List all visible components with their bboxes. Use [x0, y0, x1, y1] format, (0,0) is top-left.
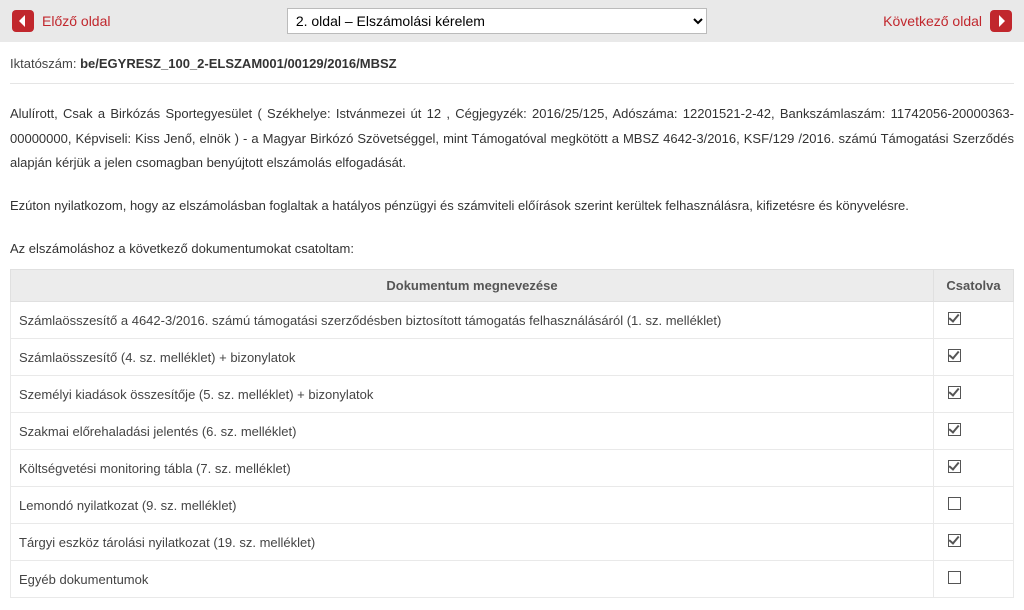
table-row: Lemondó nyilatkozat (9. sz. melléklet)	[11, 487, 1014, 524]
doc-name-cell: Egyéb dokumentumok	[11, 561, 934, 598]
table-header-row: Dokumentum megnevezése Csatolva	[11, 270, 1014, 302]
doc-attached-cell	[934, 376, 1014, 413]
attached-checkbox[interactable]	[948, 386, 961, 399]
page-select[interactable]: 2. oldal – Elszámolási kérelem	[287, 8, 707, 34]
table-row: Egyéb dokumentumok	[11, 561, 1014, 598]
table-row: Számlaösszesítő (4. sz. melléklet) + biz…	[11, 339, 1014, 376]
top-nav: Előző oldal 2. oldal – Elszámolási kérel…	[0, 0, 1024, 42]
doc-name-cell: Szakmai előrehaladási jelentés (6. sz. m…	[11, 413, 934, 450]
prev-page-link[interactable]: Előző oldal	[12, 10, 111, 32]
declaration-paragraph-2: Ezúton nyilatkozom, hogy az elszámolásba…	[10, 194, 1014, 219]
table-row: Személyi kiadások összesítője (5. sz. me…	[11, 376, 1014, 413]
col-header-name: Dokumentum megnevezése	[11, 270, 934, 302]
attached-checkbox[interactable]	[948, 571, 961, 584]
table-row: Költségvetési monitoring tábla (7. sz. m…	[11, 450, 1014, 487]
attached-checkbox[interactable]	[948, 423, 961, 436]
doc-name-cell: Számlaösszesítő (4. sz. melléklet) + biz…	[11, 339, 934, 376]
next-page-label: Következő oldal	[883, 13, 982, 29]
prev-icon	[12, 10, 34, 32]
attached-checkbox[interactable]	[948, 534, 961, 547]
doc-name-cell: Tárgyi eszköz tárolási nyilatkozat (19. …	[11, 524, 934, 561]
next-page-link[interactable]: Következő oldal	[883, 10, 1012, 32]
separator	[10, 83, 1014, 84]
doc-attached-cell	[934, 413, 1014, 450]
doc-attached-cell	[934, 561, 1014, 598]
page-select-wrap: 2. oldal – Elszámolási kérelem	[282, 8, 712, 34]
table-row: Szakmai előrehaladási jelentés (6. sz. m…	[11, 413, 1014, 450]
table-row: Számlaösszesítő a 4642-3/2016. számú tám…	[11, 302, 1014, 339]
reference-line: Iktatószám: be/EGYRESZ_100_2-ELSZAM001/0…	[10, 56, 1014, 71]
doc-name-cell: Költségvetési monitoring tábla (7. sz. m…	[11, 450, 934, 487]
doc-attached-cell	[934, 302, 1014, 339]
doc-attached-cell	[934, 450, 1014, 487]
doc-attached-cell	[934, 339, 1014, 376]
doc-attached-cell	[934, 524, 1014, 561]
prev-page-label: Előző oldal	[42, 13, 111, 29]
doc-name-cell: Lemondó nyilatkozat (9. sz. melléklet)	[11, 487, 934, 524]
col-header-attached: Csatolva	[934, 270, 1014, 302]
reference-label: Iktatószám:	[10, 56, 76, 71]
table-row: Tárgyi eszköz tárolási nyilatkozat (19. …	[11, 524, 1014, 561]
attached-checkbox[interactable]	[948, 312, 961, 325]
attached-checkbox[interactable]	[948, 349, 961, 362]
doc-name-cell: Számlaösszesítő a 4642-3/2016. számú tám…	[11, 302, 934, 339]
attached-checkbox[interactable]	[948, 460, 961, 473]
attached-checkbox[interactable]	[948, 497, 961, 510]
reference-value: be/EGYRESZ_100_2-ELSZAM001/00129/2016/MB…	[80, 56, 396, 71]
next-icon	[990, 10, 1012, 32]
doc-attached-cell	[934, 487, 1014, 524]
documents-table: Dokumentum megnevezése Csatolva Számlaös…	[10, 269, 1014, 598]
attachments-intro: Az elszámoláshoz a következő dokumentumo…	[10, 237, 1014, 262]
declaration-paragraph-1: Alulírott, Csak a Birkózás Sportegyesüle…	[10, 102, 1014, 176]
doc-name-cell: Személyi kiadások összesítője (5. sz. me…	[11, 376, 934, 413]
